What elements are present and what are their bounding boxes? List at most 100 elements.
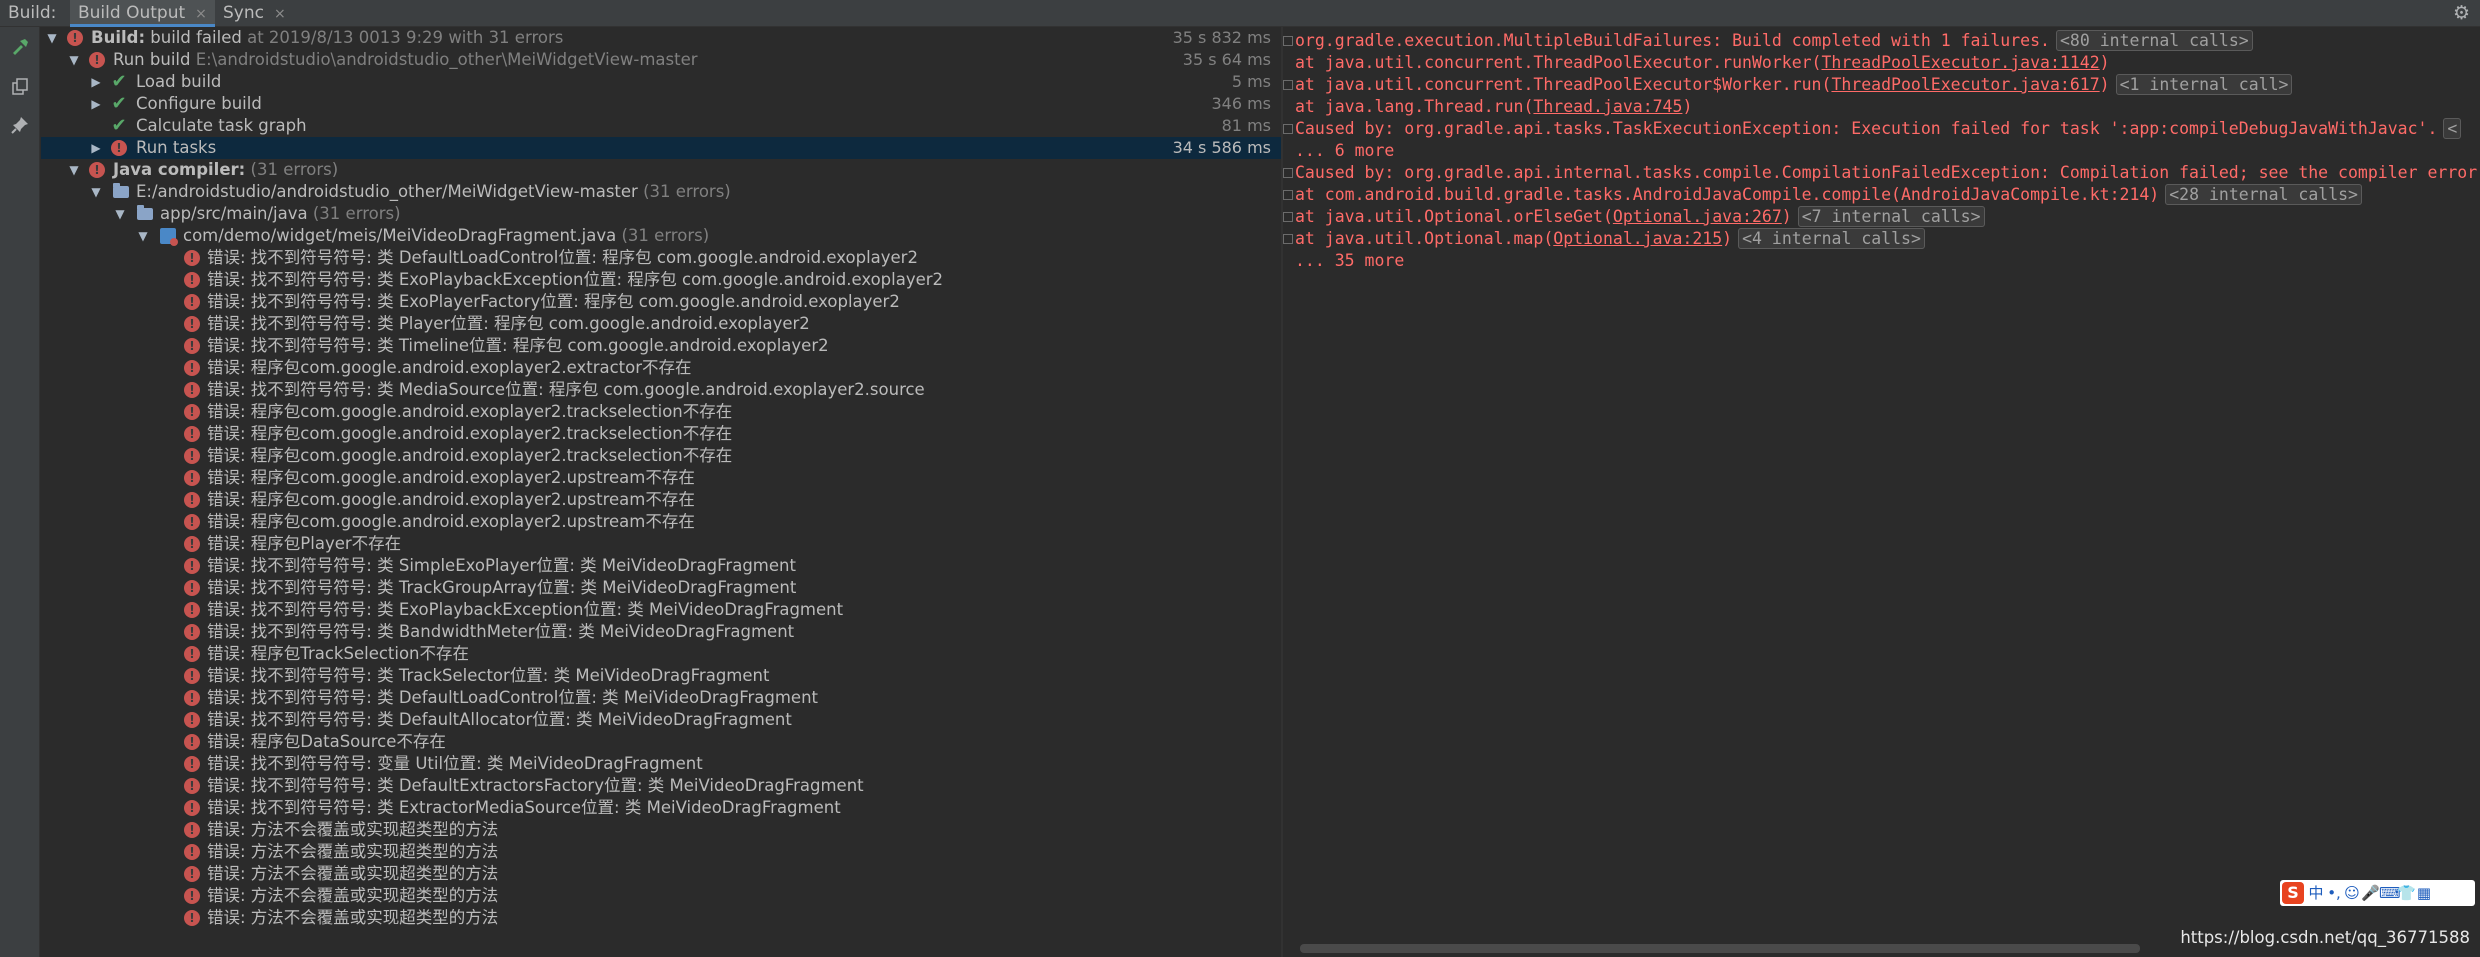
tree-node-run-build[interactable]: ▼ Run build E:\androidstudio\androidstud…: [41, 49, 1281, 71]
tree-node-error[interactable]: 错误: 程序包com.google.android.exoplayer2.ext…: [41, 357, 1281, 379]
chevron-right-icon[interactable]: ▶: [89, 93, 103, 115]
tree-node-error[interactable]: 错误: 程序包com.google.android.exoplayer2.tra…: [41, 445, 1281, 467]
internal-calls-fold[interactable]: <7 internal calls>: [1797, 206, 1985, 227]
tree-node-error[interactable]: 错误: 找不到符号符号: 类 Timeline位置: 程序包 com.googl…: [41, 335, 1281, 357]
ime-punctuation-icon[interactable]: •,: [2325, 880, 2343, 906]
tree-node-error[interactable]: 错误: 方法不会覆盖或实现超类型的方法: [41, 841, 1281, 863]
console-text: at java.util.concurrent.ThreadPoolExecut…: [1295, 75, 1832, 94]
error-icon: [184, 734, 200, 750]
chevron-down-icon[interactable]: ▼: [89, 181, 103, 203]
tab-build-output[interactable]: Build Output ×: [70, 0, 215, 27]
chevron-down-icon[interactable]: ▼: [67, 159, 81, 181]
ime-skin-icon[interactable]: 👕: [2397, 880, 2416, 906]
fold-expand-icon[interactable]: [1283, 190, 1293, 200]
build-status: build failed: [150, 28, 242, 47]
tree-node-error[interactable]: 错误: 程序包com.google.android.exoplayer2.ups…: [41, 467, 1281, 489]
fold-expand-icon[interactable]: [1283, 234, 1293, 244]
tree-node-error[interactable]: 错误: 程序包DataSource不存在: [41, 731, 1281, 753]
source-link[interactable]: Optional.java:215: [1553, 229, 1722, 248]
tree-node-error[interactable]: 错误: 找不到符号符号: 类 SimpleExoPlayer位置: 类 MeiV…: [41, 555, 1281, 577]
ime-toolbar[interactable]: S 中 •, ☺🎤⌨👕▦: [2280, 880, 2475, 906]
fold-collapse-icon[interactable]: [1283, 168, 1293, 178]
folder-icon: [137, 205, 153, 220]
ime-chinese-mode-icon[interactable]: 中: [2307, 880, 2325, 906]
error-message: 错误: 找不到符号符号: 类 DefaultLoadControl位置: 程序包…: [207, 248, 918, 267]
ime-emoji-icon[interactable]: ☺: [2343, 880, 2361, 906]
fold-expand-icon[interactable]: [1283, 80, 1293, 90]
build-when: at 2019/8/13 0013 9:29: [247, 28, 444, 47]
gear-icon[interactable]: ⚙: [2453, 1, 2470, 25]
tree-node-configure-build[interactable]: ▶ ✔ Configure build 346 ms: [41, 93, 1281, 115]
tree-node-error[interactable]: 错误: 找不到符号符号: 类 Player位置: 程序包 com.google.…: [41, 313, 1281, 335]
tree-node-error[interactable]: 错误: 方法不会覆盖或实现超类型的方法: [41, 819, 1281, 841]
internal-calls-fold[interactable]: <1 internal call>: [2115, 74, 2293, 95]
chevron-down-icon[interactable]: ▼: [45, 27, 59, 49]
sogou-logo-icon[interactable]: S: [2282, 882, 2304, 904]
tree-node-error[interactable]: 错误: 找不到符号符号: 类 ExoPlaybackException位置: 类…: [41, 599, 1281, 621]
tree-node-srcdir[interactable]: ▼ app/src/main/java (31 errors): [41, 203, 1281, 225]
pin-icon[interactable]: [8, 115, 32, 139]
fold-collapse-icon[interactable]: [1283, 124, 1293, 134]
tree-node-error[interactable]: 错误: 方法不会覆盖或实现超类型的方法: [41, 885, 1281, 907]
hammer-icon[interactable]: [8, 37, 32, 61]
console-line: at com.android.build.gradle.tasks.Androi…: [1295, 184, 2362, 206]
source-link[interactable]: Thread.java:745: [1533, 97, 1682, 116]
tree-node-error[interactable]: 错误: 程序包com.google.android.exoplayer2.ups…: [41, 489, 1281, 511]
chevron-right-icon[interactable]: ▶: [89, 71, 103, 93]
tree-node-error[interactable]: 错误: 找不到符号符号: 类 DefaultLoadControl位置: 类 M…: [41, 687, 1281, 709]
tree-node-error[interactable]: 错误: 程序包TrackSelection不存在: [41, 643, 1281, 665]
error-icon: [184, 514, 200, 530]
internal-calls-fold[interactable]: <: [2443, 118, 2462, 139]
tree-node-error[interactable]: 错误: 找不到符号符号: 类 ExoPlaybackException位置: 程…: [41, 269, 1281, 291]
step-label: Configure build: [136, 94, 262, 113]
internal-calls-fold[interactable]: <28 internal calls>: [2165, 184, 2362, 205]
tree-node-file[interactable]: ▼ com/demo/widget/meis/MeiVideoDragFragm…: [41, 225, 1281, 247]
tree-node-load-build[interactable]: ▶ ✔ Load build 5 ms: [41, 71, 1281, 93]
horizontal-scrollbar[interactable]: [1300, 944, 2140, 953]
tree-node-error[interactable]: 错误: 找不到符号符号: 类 DefaultAllocator位置: 类 Mei…: [41, 709, 1281, 731]
tree-node-error[interactable]: 错误: 程序包com.google.android.exoplayer2.tra…: [41, 401, 1281, 423]
tree-node-error[interactable]: 错误: 程序包com.google.android.exoplayer2.tra…: [41, 423, 1281, 445]
tree-node-build[interactable]: ▼ Build: build failed at 2019/8/13 0013 …: [41, 27, 1281, 49]
copy-icon[interactable]: [8, 77, 32, 101]
tree-node-run-tasks[interactable]: ▶ Run tasks 34 s 586 ms: [41, 137, 1281, 159]
tree-node-error[interactable]: 错误: 程序包com.google.android.exoplayer2.ups…: [41, 511, 1281, 533]
tree-node-error[interactable]: 错误: 找不到符号符号: 类 ExoPlayerFactory位置: 程序包 c…: [41, 291, 1281, 313]
tree-node-error[interactable]: 错误: 方法不会覆盖或实现超类型的方法: [41, 863, 1281, 885]
ime-toolbox-icon[interactable]: ▦: [2415, 880, 2433, 906]
close-icon[interactable]: ×: [274, 6, 286, 22]
console-output[interactable]: org.gradle.execution.MultipleBuildFailur…: [1283, 27, 2480, 957]
source-link[interactable]: ThreadPoolExecutor.java:1142: [1822, 53, 2100, 72]
chevron-right-icon[interactable]: ▶: [89, 137, 103, 159]
tree-node-error[interactable]: 错误: 找不到符号符号: 类 TrackGroupArray位置: 类 MeiV…: [41, 577, 1281, 599]
tree-node-error[interactable]: 错误: 找不到符号符号: 变量 Util位置: 类 MeiVideoDragFr…: [41, 753, 1281, 775]
tree-node-error[interactable]: 错误: 方法不会覆盖或实现超类型的方法: [41, 907, 1281, 929]
tree-node-error[interactable]: 错误: 找不到符号符号: 类 DefaultExtractorsFactory位…: [41, 775, 1281, 797]
tree-node-java-compiler[interactable]: ▼ Java compiler: (31 errors): [41, 159, 1281, 181]
source-link[interactable]: Optional.java:267: [1613, 207, 1782, 226]
fold-collapse-icon[interactable]: [1283, 36, 1293, 46]
tab-sync[interactable]: Sync ×: [223, 0, 286, 27]
error-message: 错误: 找不到符号符号: 类 DefaultAllocator位置: 类 Mei…: [207, 710, 792, 729]
tree-node-error[interactable]: 错误: 找不到符号符号: 类 MediaSource位置: 程序包 com.go…: [41, 379, 1281, 401]
source-link[interactable]: ThreadPoolExecutor.java:617: [1831, 75, 2099, 94]
console-text: at com.android.build.gradle.tasks.Androi…: [1295, 185, 2160, 204]
internal-calls-fold[interactable]: <80 internal calls>: [2055, 30, 2253, 51]
internal-calls-fold[interactable]: <4 internal calls>: [1738, 228, 1925, 249]
tree-node-error[interactable]: 错误: 找不到符号符号: 类 DefaultLoadControl位置: 程序包…: [41, 247, 1281, 269]
tree-node-calculate-task-graph[interactable]: ✔ Calculate task graph 81 ms: [41, 115, 1281, 137]
tree-node-error[interactable]: 错误: 找不到符号符号: 类 BandwidthMeter位置: 类 MeiVi…: [41, 621, 1281, 643]
tree-node-error[interactable]: 错误: 程序包Player不存在: [41, 533, 1281, 555]
ime-keyboard-icon[interactable]: ⌨: [2379, 880, 2401, 906]
console-line: at java.util.concurrent.ThreadPoolExecut…: [1295, 74, 2293, 96]
tree-node-project[interactable]: ▼ E:/androidstudio/androidstudio_other/M…: [41, 181, 1281, 203]
tree-node-error[interactable]: 错误: 找不到符号符号: 类 ExtractorMediaSource位置: 类…: [41, 797, 1281, 819]
close-icon[interactable]: ×: [195, 6, 207, 22]
chevron-down-icon[interactable]: ▼: [113, 203, 127, 225]
fold-expand-icon[interactable]: [1283, 212, 1293, 222]
console-text: at java.lang.Thread.run(: [1295, 97, 1534, 116]
tree-node-error[interactable]: 错误: 找不到符号符号: 类 TrackSelector位置: 类 MeiVid…: [41, 665, 1281, 687]
chevron-down-icon[interactable]: ▼: [136, 225, 150, 247]
chevron-down-icon[interactable]: ▼: [67, 49, 81, 71]
ime-voice-icon[interactable]: 🎤: [2361, 880, 2380, 906]
